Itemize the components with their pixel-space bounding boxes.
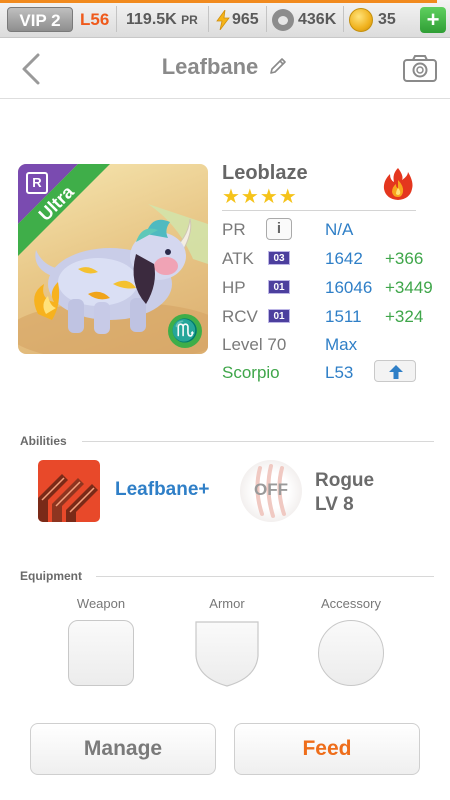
armor-slot[interactable] [194, 620, 260, 687]
divider [343, 6, 344, 32]
level-label: Level 70 [222, 335, 287, 354]
equipment-section-title: Equipment [20, 569, 82, 583]
food-count: 436K [298, 11, 337, 28]
vip-badge[interactable]: VIP 2 [7, 7, 73, 32]
status-bar: VIP 2 L56 119.5K PR 965 436K 35 + [0, 0, 450, 38]
equipment-divider [96, 576, 434, 577]
divider [116, 6, 117, 32]
rcv-level-chip: 01 [268, 309, 290, 323]
atk-bonus: +366 [385, 249, 424, 268]
accessory-slot[interactable] [318, 620, 384, 686]
pr-info-button[interactable]: i [266, 218, 292, 240]
level-value: Max [325, 335, 358, 354]
zodiac-label: Scorpio [222, 363, 280, 382]
species-name: Leoblaze [222, 162, 308, 184]
page-title[interactable]: Leafbane [0, 54, 450, 80]
power-rating: 119.5K PR [126, 11, 198, 28]
atk-value: 1642 [325, 249, 363, 268]
camera-icon[interactable] [402, 53, 438, 83]
weapon-slot[interactable] [68, 620, 134, 686]
rogue-skill-off-icon[interactable]: OFF [240, 460, 302, 522]
hp-level-chip: 01 [268, 280, 290, 294]
xp-progress-bar [0, 0, 450, 3]
zodiac-upgrade-button[interactable] [374, 360, 416, 382]
gem-coin-icon [349, 8, 373, 32]
rcv-value: 1511 [325, 307, 362, 326]
hp-value: 16046 [325, 278, 373, 297]
food-paw-icon [272, 9, 294, 31]
weapon-label: Weapon [76, 596, 126, 611]
abilities-section-title: Abilities [20, 434, 67, 448]
atk-level-chip: 03 [268, 251, 290, 265]
energy-bolt-icon [216, 10, 230, 30]
energy-count: 965 [232, 11, 259, 28]
rcv-bonus: +324 [385, 307, 424, 326]
star-rating: ★★★★ [222, 186, 298, 208]
hp-label: HP [222, 278, 246, 297]
accessory-label: Accessory [321, 596, 381, 611]
add-currency-button[interactable]: + [420, 7, 446, 33]
pr-label: PR [222, 220, 246, 239]
skill-off-label: OFF [254, 480, 288, 499]
name-divider [222, 210, 416, 211]
ability-name[interactable]: Leafbane+ [115, 479, 210, 501]
feed-button[interactable]: Feed [234, 723, 420, 775]
zodiac-level: L53 [325, 363, 354, 382]
armor-label: Armor [209, 596, 245, 611]
monster-nickname: Leafbane [161, 54, 259, 79]
player-level: L56 [80, 10, 110, 29]
abilities-divider [82, 441, 434, 442]
skill-name: Rogue [315, 470, 375, 491]
manage-button[interactable]: Manage [30, 723, 216, 775]
rcv-label: RCV [222, 307, 258, 326]
divider [266, 6, 267, 32]
edit-pencil-icon[interactable] [268, 56, 288, 76]
atk-label: ATK [222, 249, 254, 268]
hp-bonus: +3449 [385, 278, 433, 297]
arrow-up-icon [389, 365, 403, 379]
leafbane-ability-icon[interactable] [38, 460, 100, 522]
gem-count: 35 [378, 11, 396, 28]
rarity-r-badge: R [26, 172, 48, 194]
shield-slot-icon [195, 621, 259, 687]
pr-value: N/A [325, 220, 354, 239]
scorpio-zodiac-icon: ♏ [168, 314, 202, 348]
skill-level: LV 8 [315, 494, 354, 515]
monster-portrait[interactable]: Ultra R ♏ [18, 164, 208, 354]
divider [208, 6, 209, 32]
header: Leafbane [0, 39, 450, 99]
fire-element-icon [383, 168, 413, 200]
